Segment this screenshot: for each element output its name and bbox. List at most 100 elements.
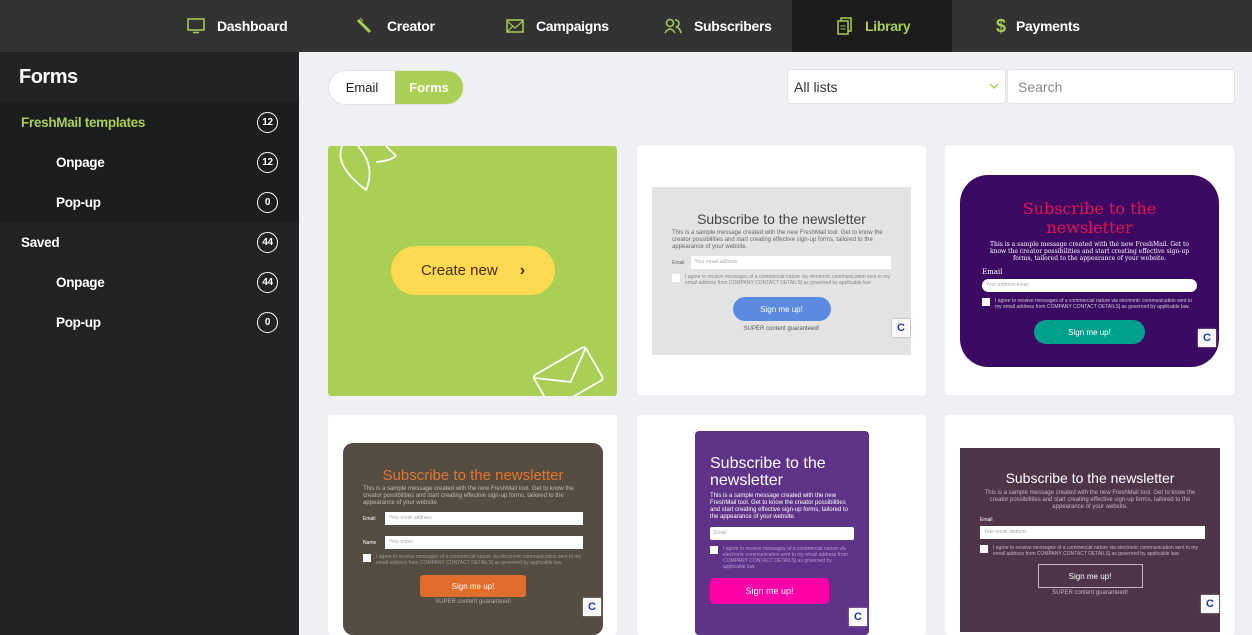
- nav-payments-label: Payments: [1016, 18, 1080, 34]
- template-card[interactable]: Subscribe to the newsletter This is a sa…: [945, 415, 1234, 635]
- preview-email-input: Your email address: [980, 526, 1205, 539]
- preview-consent: I agree to receive messages of a commerc…: [723, 546, 848, 570]
- nav-payments[interactable]: $ Payments: [996, 0, 1080, 52]
- preview-email-label: Email: [672, 259, 685, 266]
- top-navigation: Dashboard Creator Campaigns Subscribers …: [0, 0, 1252, 52]
- count-badge: 44: [257, 271, 278, 293]
- envelope-decoration-icon: [532, 346, 604, 396]
- nav-campaigns[interactable]: Campaigns: [506, 0, 609, 52]
- recaptcha-icon: C: [1201, 595, 1219, 613]
- preview-email-input: Your email address: [690, 256, 891, 269]
- form-preview: Subscribe to the newsletter This is a sa…: [343, 443, 603, 635]
- preview-email-label: Email: [980, 517, 993, 523]
- preview-body: This is a sample message created with th…: [989, 241, 1190, 262]
- recaptcha-icon: C: [849, 608, 867, 626]
- sidebar-title: Forms: [19, 66, 78, 88]
- leaf-decoration-icon: [339, 146, 398, 192]
- nav-creator[interactable]: Creator: [355, 0, 435, 52]
- preview-email-label: Email: [363, 515, 376, 522]
- search-input[interactable]: [1007, 69, 1235, 104]
- preview-footer: SUPER content guaranteed!: [743, 326, 820, 332]
- sidebar-item-label: Onpage: [56, 274, 105, 290]
- nav-creator-label: Creator: [387, 18, 435, 34]
- create-new-label: Create new: [420, 262, 498, 279]
- svg-text:$: $: [996, 16, 1006, 36]
- sidebar-item-freshmail-templates[interactable]: FreshMail templates 12: [0, 102, 299, 142]
- recaptcha-icon: C: [892, 319, 910, 337]
- nav-dashboard-label: Dashboard: [217, 18, 288, 34]
- template-card[interactable]: Subscribe to the newsletter This is a sa…: [637, 415, 926, 635]
- monitor-icon: [187, 18, 205, 34]
- sidebar: Forms FreshMail templates 12 Onpage 12 P…: [0, 52, 299, 635]
- preview-consent: I agree to receive messages of a commerc…: [993, 545, 1199, 557]
- preview-signup-button: Sign me up!: [1037, 564, 1143, 588]
- nav-library[interactable]: Library: [792, 0, 952, 52]
- preview-footer: SUPER content guaranteed!: [1052, 590, 1128, 596]
- template-card[interactable]: Subscribe to the newsletter This is a sa…: [328, 415, 617, 635]
- sidebar-item-label: FreshMail templates: [21, 114, 146, 130]
- preview-title: Subscribe to the newsletter: [1022, 199, 1157, 237]
- preview-title: Subscribe to the newsletter: [1005, 470, 1175, 486]
- nav-subscribers-label: Subscribers: [694, 18, 772, 34]
- preview-checkbox: [710, 546, 718, 554]
- preview-body: This is a sample message created with th…: [984, 490, 1196, 510]
- nav-subscribers[interactable]: Subscribers: [664, 0, 772, 52]
- nav-dashboard[interactable]: Dashboard: [187, 0, 288, 52]
- preview-consent: I agree to receive messages of a commerc…: [995, 298, 1193, 310]
- form-preview: Subscribe to the newsletter This is a sa…: [695, 431, 869, 635]
- preview-consent: I agree to receive messages of a commerc…: [376, 554, 582, 566]
- preview-body: This is a sample message created with th…: [710, 493, 848, 520]
- toggle-forms[interactable]: Forms: [395, 71, 463, 104]
- template-card[interactable]: Subscribe to the newsletter This is a sa…: [637, 146, 926, 395]
- create-new-card[interactable]: Create new ›: [328, 146, 617, 396]
- sidebar-item-saved-popup[interactable]: Pop-up 0: [0, 302, 299, 342]
- preview-checkbox: [980, 545, 988, 553]
- preview-checkbox: [982, 298, 990, 306]
- preview-name-input: Your name: [385, 536, 583, 549]
- list-select[interactable]: All lists: [787, 69, 1006, 104]
- preview-signup-button: Sign me up!: [732, 297, 831, 321]
- preview-consent: I agree to receive messages of a commerc…: [685, 274, 891, 286]
- preview-title: Subscribe to the newsletter: [382, 467, 564, 484]
- preview-checkbox: [672, 274, 680, 282]
- sidebar-group-freshmail-templates: FreshMail templates 12 Onpage 12 Pop-up …: [0, 102, 299, 222]
- pencil-icon: [356, 17, 372, 34]
- toggle-email[interactable]: Email: [329, 71, 395, 104]
- recaptcha-icon: C: [583, 598, 601, 616]
- count-badge: 12: [257, 151, 278, 173]
- create-new-button[interactable]: Create new ›: [391, 246, 555, 295]
- preview-email-input: Email: [710, 527, 854, 540]
- preview-body: This is a sample message created with th…: [363, 486, 574, 506]
- sidebar-item-saved-onpage[interactable]: Onpage 44: [0, 262, 299, 302]
- sidebar-group-saved: Saved 44 Onpage 44 Pop-up 0: [0, 222, 299, 342]
- preview-body: This is a sample message created with th…: [672, 230, 883, 250]
- sidebar-item-label: Onpage: [56, 154, 105, 170]
- preview-title: Subscribe to the newsletter: [697, 211, 866, 227]
- preview-checkbox: [363, 554, 371, 562]
- sidebar-item-templates-popup[interactable]: Pop-up 0: [0, 182, 299, 222]
- form-preview: Subscribe to the newsletter This is a sa…: [652, 187, 911, 355]
- chevron-down-icon: [989, 83, 999, 90]
- preview-footer: SUPER content guaranteed!: [435, 599, 511, 605]
- sidebar-item-saved[interactable]: Saved 44: [0, 222, 299, 262]
- template-card[interactable]: Subscribe to the newsletter This is a sa…: [945, 146, 1234, 395]
- chevron-right-icon: ›: [519, 261, 526, 279]
- sidebar-item-label: Saved: [21, 234, 60, 250]
- users-icon: [664, 18, 682, 34]
- preview-email-label: Email: [982, 268, 1003, 276]
- preview-title: Subscribe to the newsletter: [710, 455, 826, 489]
- count-badge: 44: [257, 231, 278, 253]
- preview-email-input: Your email address: [385, 512, 583, 525]
- nav-library-label: Library: [865, 18, 911, 34]
- dollar-icon: $: [996, 16, 1006, 36]
- sidebar-item-label: Pop-up: [56, 194, 101, 210]
- recaptcha-icon: C: [1198, 329, 1216, 347]
- count-badge: 0: [257, 311, 278, 333]
- nav-campaigns-label: Campaigns: [536, 18, 609, 34]
- sidebar-item-templates-onpage[interactable]: Onpage 12: [0, 142, 299, 182]
- preview-signup-button: Sign me up!: [710, 578, 829, 604]
- preview-signup-button: Sign me up!: [1034, 320, 1145, 344]
- documents-icon: [837, 17, 852, 35]
- sidebar-item-label: Pop-up: [56, 314, 101, 330]
- list-select-value: All lists: [794, 78, 838, 95]
